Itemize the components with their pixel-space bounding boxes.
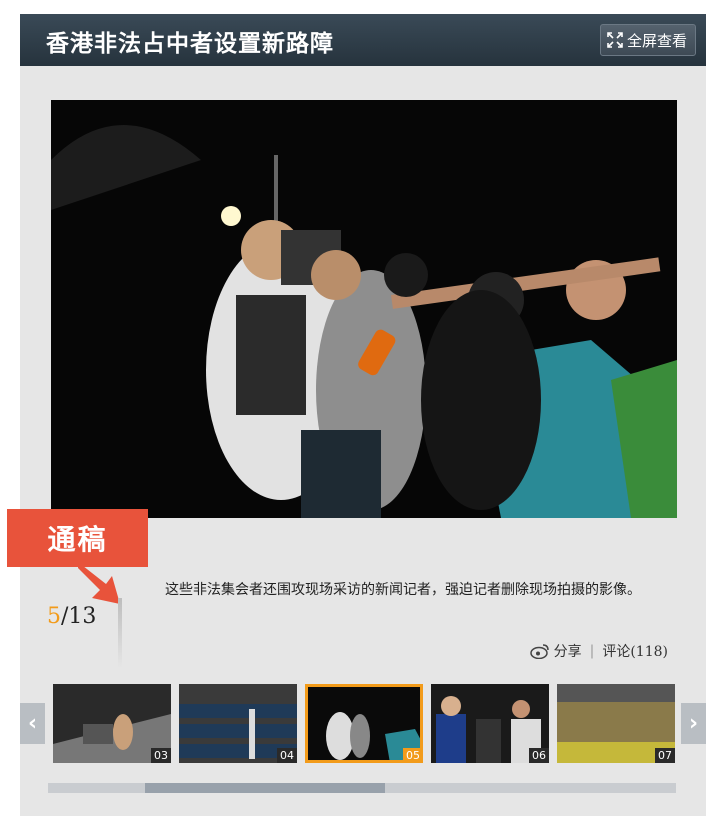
thumbnail-number: 07 <box>655 748 675 763</box>
badge-arrow-icon <box>78 562 120 604</box>
counter-total: /13 <box>61 604 97 629</box>
thumbnail-scrollbar[interactable] <box>48 783 676 793</box>
main-photo[interactable] <box>51 100 677 518</box>
photo-caption: 这些非法集会者还围攻现场采访的新闻记者，强迫记者删除现场拍摄的影像。 <box>165 582 641 598</box>
fullscreen-label: 全屏查看 <box>626 31 687 50</box>
thumbnail[interactable]: 07 <box>557 684 675 763</box>
fullscreen-button[interactable]: 全屏查看 <box>599 24 696 56</box>
next-button[interactable]: › <box>681 703 706 744</box>
action-separator: | <box>589 643 595 659</box>
photo-counter: 5/13 <box>47 604 96 629</box>
thumbnail-active[interactable]: 05 <box>305 684 423 763</box>
scrollbar-thumb[interactable] <box>145 783 385 793</box>
chevron-left-icon: ‹ <box>27 711 38 736</box>
gallery-header: 香港非法占中者设置新路障 全屏查看 <box>20 14 706 66</box>
thumbnail-number: 03 <box>151 748 171 763</box>
thumbnail[interactable]: 03 <box>53 684 171 763</box>
expand-icon <box>607 32 623 48</box>
comment-link[interactable]: 评论(118) <box>602 641 668 661</box>
thumbnail[interactable]: 06 <box>431 684 549 763</box>
thumbnail-number: 05 <box>403 748 423 763</box>
chevron-right-icon: › <box>688 711 699 736</box>
thumbnail-number: 06 <box>529 748 549 763</box>
page-title: 香港非法占中者设置新路障 <box>46 31 334 57</box>
main-photo-image <box>51 100 677 518</box>
counter-divider <box>118 598 122 668</box>
prev-button[interactable]: ‹ <box>20 703 45 744</box>
weibo-icon[interactable] <box>529 643 550 659</box>
action-bar: 分享 | 评论(118) <box>529 641 668 661</box>
wire-badge: 通稿 <box>7 509 148 567</box>
thumbnail-number: 04 <box>277 748 297 763</box>
share-link[interactable]: 分享 <box>554 641 582 661</box>
thumbnail[interactable]: 04 <box>179 684 297 763</box>
counter-current: 5 <box>47 604 61 629</box>
